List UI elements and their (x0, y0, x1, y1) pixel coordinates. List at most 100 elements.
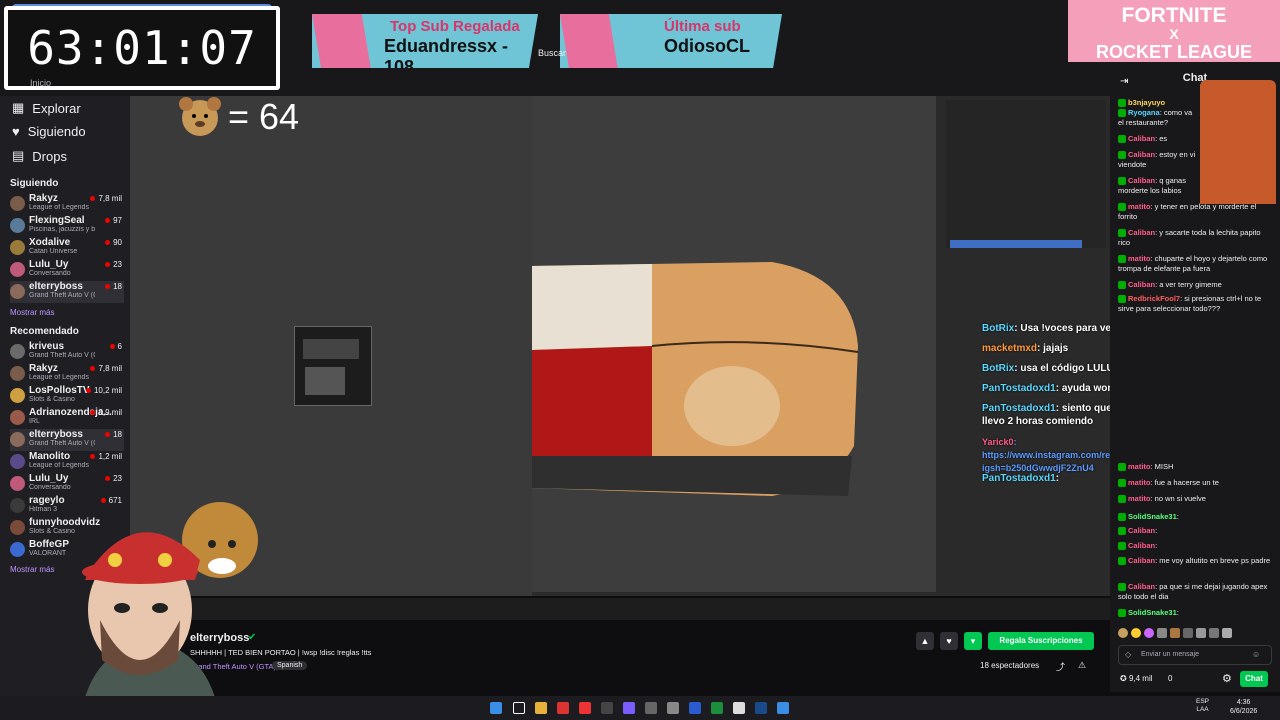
bear-counter: = 64 (228, 96, 300, 137)
streamer-avatar (80, 502, 258, 720)
home-label[interactable]: Inicio (30, 78, 51, 88)
brave-icon[interactable] (557, 702, 569, 714)
nav-explore-label: Explorar (32, 100, 81, 116)
chat-message: Caliban: (1118, 541, 1274, 551)
avatar (10, 344, 25, 359)
channel-item[interactable]: Adrianozendeja... IRL 8,9 mil (10, 407, 124, 429)
chat-input[interactable]: Enviar un mensaje (1118, 645, 1272, 665)
channel-item[interactable]: Xodalive Catan Universe 90 (10, 237, 124, 259)
avatar (10, 240, 25, 255)
overlay-message: macketmxd: jajajs (982, 343, 1069, 354)
avatar (10, 432, 25, 447)
app-icon[interactable] (645, 702, 657, 714)
discord-icon[interactable] (623, 702, 635, 714)
selected-material-slot[interactable] (950, 240, 1082, 248)
heart-icon: ♥ (12, 124, 20, 139)
emote-picker-icon[interactable]: ☺ (1252, 650, 1260, 659)
gift-subscriptions-button[interactable]: Regala Suscripciones (988, 632, 1094, 650)
channel-item[interactable]: FlexingSealPiscinas, jacuzzis y biki...9… (10, 215, 124, 237)
channel-item[interactable]: kriveusGrand Theft Auto V (GTA)6 (10, 341, 124, 363)
last-sub-value: OdiosoCL (664, 36, 750, 56)
nav-drops[interactable]: ▤ Drops (12, 148, 67, 164)
emote-bar[interactable] (1118, 628, 1274, 640)
bits-icon[interactable]: ◇ (1125, 650, 1131, 659)
channel-item[interactable]: Lulu_Uy Conversando 23 (10, 259, 124, 281)
media-icon[interactable] (579, 702, 591, 714)
channel-item[interactable]: Manolito League of Legends 1,2 mil (10, 451, 124, 473)
drops-icon: ▤ (12, 148, 25, 163)
chat-message: Ryogana: como va el restaurante? (1118, 108, 1193, 127)
steam-icon[interactable] (755, 702, 767, 714)
points-zero: 0 (1168, 674, 1173, 683)
top-sub-title: Top Sub Regalada (390, 18, 520, 35)
viewer-count: 18 espectadores (980, 661, 1040, 670)
avatar (10, 410, 25, 425)
channel-item[interactable]: Rakyz League of Legends 7,8 mil (10, 363, 124, 385)
overlay-message: PanTostadoxd1: siento que llevo 2 horas … (982, 403, 1112, 427)
avatar (10, 196, 25, 211)
app-icon[interactable] (733, 702, 745, 714)
chat-message: matito: y tener en pelota y morderte el … (1118, 202, 1257, 221)
settings-gear-icon[interactable]: ⚙ (1222, 672, 1232, 685)
avatar (10, 262, 25, 277)
chat-message: b3njayuyo (1118, 98, 1274, 108)
chat-message: Caliban: (1118, 526, 1274, 536)
heart-icon[interactable]: ♥ (940, 632, 958, 650)
app-icon[interactable] (667, 702, 679, 714)
recommended-header: Recomendado (10, 326, 79, 337)
following-header: Siguiendo (10, 178, 59, 189)
folder-icon[interactable] (535, 702, 547, 714)
avatar (10, 366, 25, 381)
bell-icon[interactable]: ▲ (916, 632, 934, 650)
search-label[interactable]: Buscar (538, 48, 566, 58)
promo-line1: FORTNITE (1121, 4, 1227, 27)
inner-taskbar (130, 598, 1110, 620)
gift-dropdown-icon[interactable]: ▾ (964, 632, 982, 650)
avatar (10, 498, 25, 513)
chat-message: RedbrickFool7: si presionas ctrl+l no te… (1118, 294, 1262, 313)
chat-message: matito: chuparte el hoyo y dejartelo com… (1118, 254, 1268, 273)
channel-item[interactable]: Rakyz League of Legends 7,8 mil (10, 193, 124, 215)
chat-message: Caliban: a ver terry gimeme (1118, 280, 1274, 290)
chat-send-button[interactable]: Chat (1240, 671, 1268, 687)
promo-line2: X (1169, 26, 1179, 42)
chat-message: SolidSnake31: (1118, 608, 1274, 618)
channel-item[interactable]: elterrybossGrand Theft Auto V (GTA)18 (10, 429, 124, 451)
app-icon[interactable] (601, 702, 613, 714)
last-sub-title: Última sub (664, 18, 741, 35)
chat-message: SolidSnake31: (1118, 512, 1274, 522)
explore-icon: ▦ (12, 100, 25, 115)
overlay-message: PanTostadoxd1: ayuda won (982, 383, 1114, 394)
nav-following-label: Siguiendo (27, 124, 86, 139)
search-icon[interactable] (513, 702, 525, 714)
collapse-icon[interactable]: ⇥ (1120, 76, 1128, 87)
chat-message: matito: fue a hacerse un te (1118, 478, 1274, 488)
app-icon[interactable] (689, 702, 701, 714)
xbox-icon[interactable] (711, 702, 723, 714)
overlay-message: PanTostadoxd1: (982, 473, 1060, 484)
show-more-following[interactable]: Mostrar más (10, 308, 54, 317)
language-indicator[interactable]: ESP LAA (1196, 698, 1209, 714)
car-3d-model (532, 262, 859, 496)
chat-message: Caliban: me voy altutito en breve ps pad… (1118, 556, 1274, 566)
app-icon[interactable] (777, 702, 789, 714)
chat-message: matito: MISH (1118, 462, 1274, 472)
report-icon[interactable]: ⚠ (1078, 660, 1086, 671)
chat-message: Caliban: q ganas morderte los labios (1118, 176, 1186, 195)
share-icon[interactable]: ⤴ (1056, 660, 1065, 673)
start-icon[interactable] (490, 702, 502, 714)
chat-message: matito: no wn si vuelve (1118, 494, 1274, 504)
system-clock[interactable]: 4:36 6/6/2026 (1230, 698, 1257, 716)
last-sub-banner: Última sub OdiosoCL (560, 14, 782, 68)
nav-explore[interactable]: ▦ Explorar (12, 100, 81, 116)
channel-points[interactable]: ✪ 9,4 mil (1120, 674, 1153, 683)
chat-message: Caliban: pa que si me dejai jugando apex… (1118, 582, 1268, 601)
language-tag[interactable]: Spanish (272, 661, 308, 670)
channel-item[interactable]: LosPollosTV Slots & Casino 10,2 mil (10, 385, 124, 407)
outliner-panel[interactable] (946, 100, 1106, 248)
channel-item[interactable]: elterrybossGrand Theft Auto V (GTA)18 (10, 281, 124, 303)
show-more-recommended[interactable]: Mostrar más (10, 565, 54, 574)
avatar (10, 542, 25, 557)
nav-following[interactable]: ♥ Siguiendo (12, 124, 86, 139)
channel-item[interactable]: Lulu_Uy Conversando 23 (10, 473, 124, 495)
